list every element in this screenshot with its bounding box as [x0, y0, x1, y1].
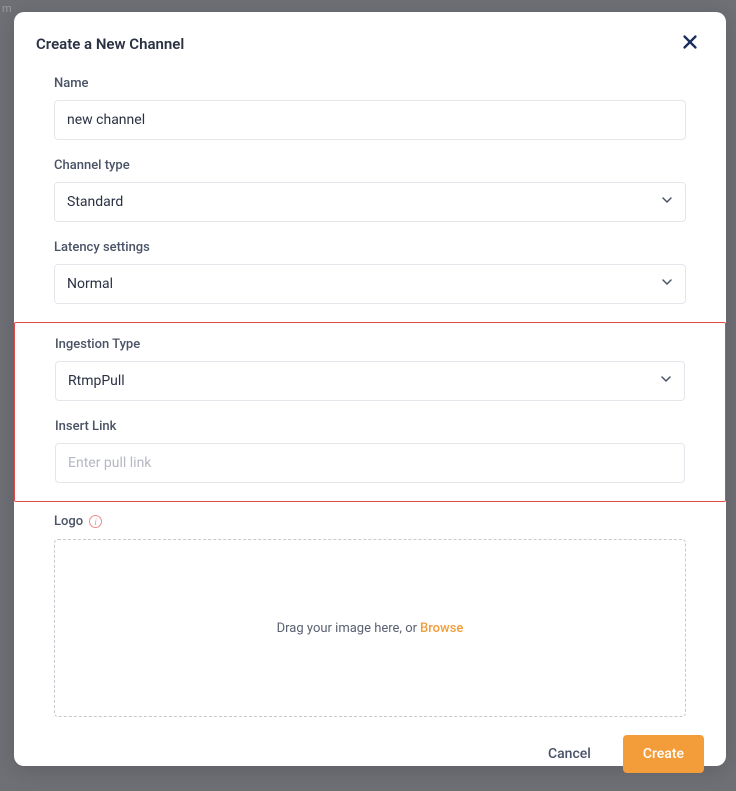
logo-label-row: Logo i [36, 514, 704, 529]
create-channel-modal: Create a New Channel Name Channel type S… [14, 12, 726, 766]
channel-type-field-group: Channel type Standard [36, 158, 704, 222]
ingestion-field-group: Ingestion Type RtmpPull [15, 337, 725, 401]
modal-title: Create a New Channel [36, 35, 184, 53]
close-button[interactable] [676, 30, 704, 58]
chevron-down-icon [660, 373, 672, 389]
create-button[interactable]: Create [623, 735, 704, 773]
ingestion-select[interactable]: RtmpPull [55, 361, 685, 401]
modal-header: Create a New Channel [14, 12, 726, 68]
logo-dropzone[interactable]: Drag your image here, or Browse [54, 539, 686, 717]
latency-select[interactable]: Normal [54, 264, 686, 304]
modal-body: Name Channel type Standard Latency setti… [14, 68, 726, 717]
dropzone-text: Drag your image here, or [277, 621, 417, 636]
ingestion-highlight-box: Ingestion Type RtmpPull Insert Link [14, 322, 726, 502]
browse-link[interactable]: Browse [420, 621, 463, 636]
ingestion-label: Ingestion Type [55, 337, 685, 352]
insert-link-label: Insert Link [55, 419, 685, 434]
name-field-group: Name [36, 76, 704, 140]
cancel-button[interactable]: Cancel [530, 735, 609, 773]
backdrop-hint: m [2, 2, 12, 15]
insert-link-input[interactable] [55, 443, 685, 483]
info-icon: i [89, 515, 102, 528]
ingestion-value: RtmpPull [68, 373, 125, 389]
modal-footer: Cancel Create [14, 717, 726, 791]
name-input[interactable] [54, 100, 686, 140]
close-icon [682, 34, 698, 54]
chevron-down-icon [661, 276, 673, 292]
insert-link-field-group: Insert Link [15, 419, 725, 483]
logo-label: Logo [54, 514, 83, 529]
channel-type-select[interactable]: Standard [54, 182, 686, 222]
latency-value: Normal [67, 276, 113, 292]
chevron-down-icon [661, 194, 673, 210]
channel-type-value: Standard [67, 194, 123, 210]
name-label: Name [54, 76, 686, 91]
latency-field-group: Latency settings Normal [36, 240, 704, 304]
channel-type-label: Channel type [54, 158, 686, 173]
latency-label: Latency settings [54, 240, 686, 255]
